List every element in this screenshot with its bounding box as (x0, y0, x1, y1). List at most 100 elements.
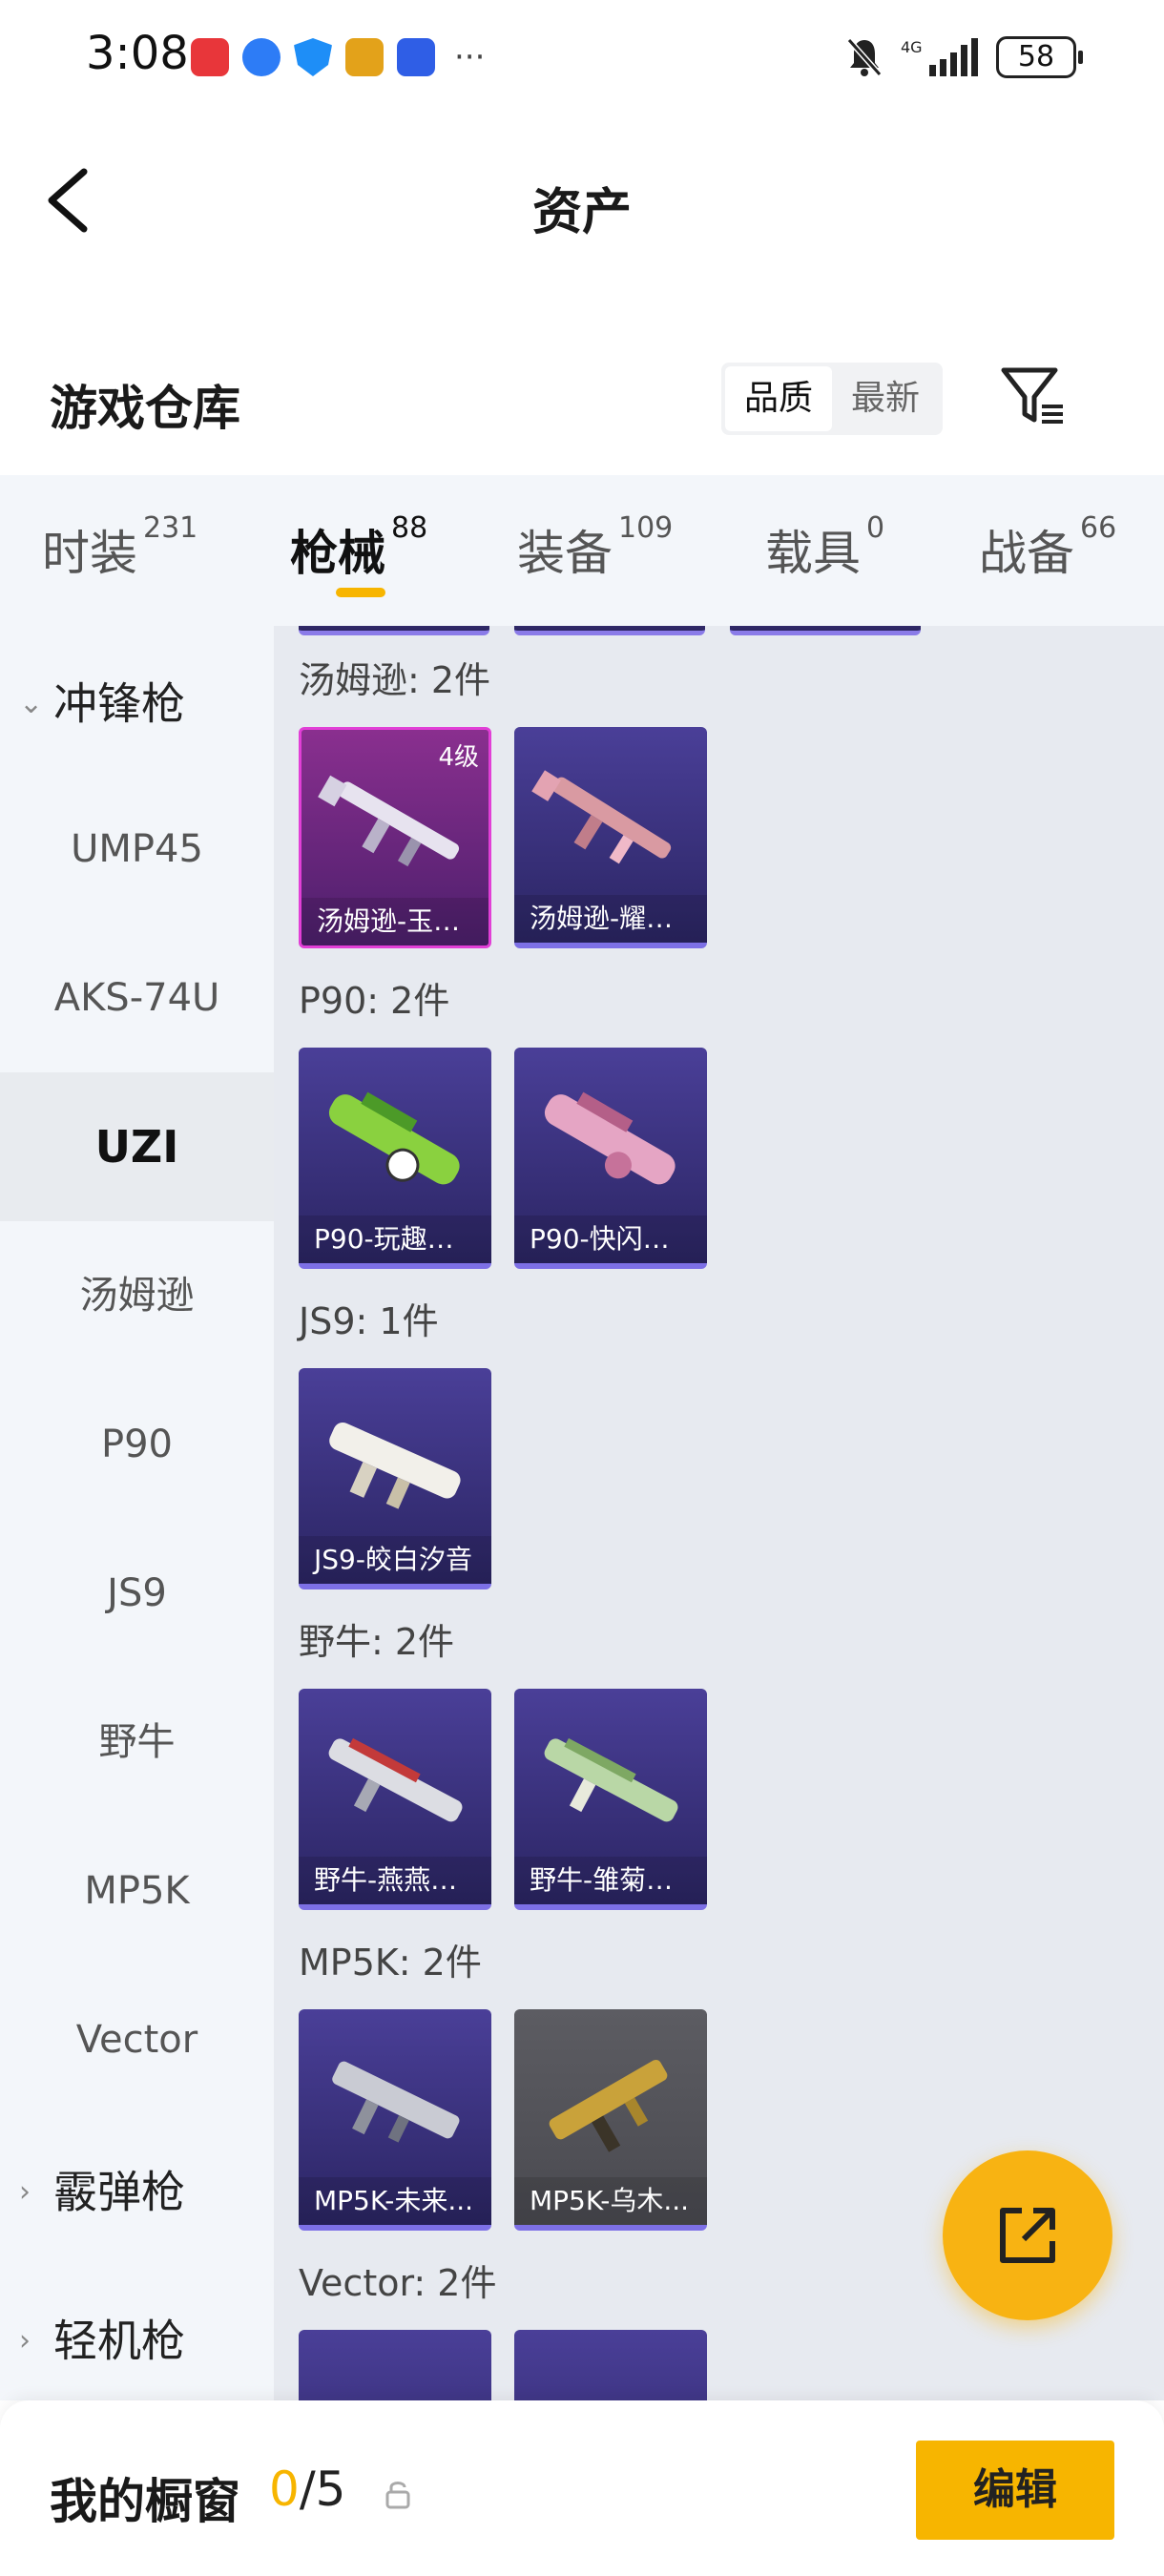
skin-grid: 汤姆逊: 2件 4级 汤姆逊-玉魄... 汤姆逊-耀粉... P90: 2件 P… (274, 626, 1164, 2400)
sort-quality-option[interactable]: 品质 (725, 366, 832, 431)
skin-card[interactable]: JS9-皎白汐音 (299, 1368, 491, 1589)
lock-icon (385, 2482, 410, 2509)
tab-count: 0 (866, 511, 885, 545)
sidebar-item-aks74u[interactable]: AKS-74U (0, 924, 274, 1072)
battery-indicator: 58 (996, 36, 1083, 78)
chevron-right-icon: › (19, 2174, 31, 2209)
gun-skin-image (318, 775, 460, 867)
tab-label: 时装 (42, 526, 137, 581)
sidebar-item-bizon[interactable]: 野牛 (0, 1668, 274, 1817)
sidebar-group-label: 轻机枪 (53, 2315, 185, 2367)
sidebar-group-shotgun[interactable]: › 霰弹枪 (0, 2114, 274, 2263)
showcase-label: 我的橱窗 (50, 2474, 240, 2529)
sort-toggle: 品质 最新 (721, 363, 943, 435)
showcase-count: 0/5 (269, 2462, 345, 2517)
sidebar-item-ump45[interactable]: UMP45 (0, 775, 274, 924)
tab-label: 装备 (517, 526, 613, 581)
showcase-total: /5 (299, 2462, 346, 2517)
chevron-right-icon: › (19, 2323, 31, 2358)
edit-button[interactable]: 编辑 (916, 2441, 1114, 2540)
sidebar-item-js9[interactable]: JS9 (0, 1519, 274, 1668)
tab-firearms[interactable]: 枪械 88 (290, 511, 427, 584)
external-link-icon (1000, 2208, 1055, 2263)
status-time: 3:08 (86, 27, 189, 80)
partial-card (730, 626, 921, 635)
sidebar-item-thompson[interactable]: 汤姆逊 (0, 1221, 274, 1370)
page-header: 资产 (0, 143, 1164, 258)
gun-skin-image (329, 1422, 461, 1509)
skin-name: JS9-皎白汐音 (299, 1536, 491, 1584)
skin-name: P90-快闪甜心 (514, 1215, 707, 1263)
chevron-down-icon: ⌄ (19, 686, 44, 720)
skin-level-badge: 4级 (438, 743, 479, 772)
skin-name: 野牛-燕燕于飞 (299, 1857, 491, 1904)
skin-name: 野牛-雏菊兔兔 (514, 1857, 707, 1904)
gun-skin-image (549, 2059, 668, 2152)
group-title-mp5k: MP5K: 2件 (299, 1942, 482, 1984)
skin-card[interactable]: P90-玩趣呆呆 (299, 1048, 491, 1269)
page-title: 资产 (531, 184, 632, 241)
tab-vehicles[interactable]: 载具 0 (765, 511, 884, 584)
network-type: 4G (901, 38, 923, 56)
gun-skin-image (328, 1737, 463, 1822)
huawei-app-icon (191, 38, 229, 76)
warehouse-row: 游戏仓库 品质 最新 (0, 353, 1164, 448)
skin-card[interactable]: 汤姆逊-耀粉... (514, 727, 707, 948)
group-title-thompson: 汤姆逊: 2件 (299, 659, 491, 701)
gun-skin-image (328, 1091, 460, 1185)
warehouse-title: 游戏仓库 (50, 381, 240, 436)
showcase-current: 0 (269, 2462, 300, 2517)
mute-bell-icon (846, 38, 883, 76)
tab-count: 109 (618, 511, 674, 545)
sidebar-item-vector[interactable]: Vector (0, 1965, 274, 2114)
bulb-app-icon (397, 38, 435, 76)
skin-card[interactable]: 野牛-雏菊兔兔 (514, 1689, 707, 1910)
sidebar-group-label: 霰弹枪 (53, 2166, 185, 2218)
skin-card-partial[interactable] (514, 2330, 707, 2400)
skin-card[interactable]: MP5K-乌木... (514, 2009, 707, 2231)
sidebar-group-lmg[interactable]: › 轻机枪 (0, 2263, 274, 2400)
sidebar-item-mp5k[interactable]: MP5K (0, 1817, 274, 1965)
tab-label: 战备 (979, 526, 1074, 581)
gun-skin-image (332, 2061, 460, 2143)
gun-skin-image (531, 770, 672, 864)
showcase-bar: 我的橱窗 0/5 编辑 (0, 2400, 1164, 2576)
tab-fashion[interactable]: 时装 231 (42, 511, 197, 584)
skin-name: P90-玩趣呆呆 (299, 1215, 491, 1263)
group-title-vector: Vector: 2件 (299, 2262, 497, 2304)
weapon-type-sidebar: ⌄ 冲锋枪 UMP45 AKS-74U UZI 汤姆逊 P90 JS9 野牛 MP… (0, 626, 274, 2400)
skin-card[interactable]: 野牛-燕燕于飞 (299, 1689, 491, 1910)
sidebar-item-p90[interactable]: P90 (0, 1370, 274, 1519)
status-right: 4G 58 (845, 36, 1083, 78)
tab-count: 66 (1080, 511, 1117, 545)
partial-card (299, 626, 489, 635)
tab-label: 枪械 (290, 526, 385, 581)
more-notifications-icon: ··· (454, 38, 486, 76)
signal-icon: 4G (901, 38, 978, 76)
sidebar-item-uzi[interactable]: UZI (0, 1072, 274, 1221)
category-tabs: 时装 231 枪械 88 装备 109 载具 0 战备 66 (0, 475, 1164, 626)
partial-card (514, 626, 705, 635)
skin-card[interactable]: P90-快闪甜心 (514, 1048, 707, 1269)
group-title-p90: P90: 2件 (299, 980, 450, 1022)
skin-name: MP5K-乌木... (514, 2177, 707, 2225)
status-bar: 3:08 ··· 4G 58 (0, 0, 1164, 114)
skin-card-partial[interactable] (299, 2330, 491, 2400)
sidebar-group-smg[interactable]: ⌄ 冲锋枪 (0, 626, 274, 775)
group-title-js9: JS9: 1件 (299, 1300, 439, 1342)
tab-count: 88 (391, 511, 428, 545)
group-title-bizon: 野牛: 2件 (299, 1621, 455, 1663)
sidebar-group-label: 冲锋枪 (53, 677, 185, 730)
skin-name: 汤姆逊-耀粉... (514, 895, 707, 943)
sort-latest-option[interactable]: 最新 (832, 366, 939, 431)
gun-skin-image (544, 1091, 676, 1185)
share-button[interactable] (943, 2150, 1112, 2320)
tab-equipment[interactable]: 装备 109 (517, 511, 673, 584)
game-app-icon (345, 38, 384, 76)
filter-icon[interactable] (996, 361, 1069, 433)
skin-card[interactable]: 4级 汤姆逊-玉魄... (299, 727, 491, 948)
tab-supplies[interactable]: 战备 66 (979, 511, 1116, 584)
shield-app-icon (294, 38, 332, 76)
skin-card[interactable]: MP5K-未来... (299, 2009, 491, 2231)
gun-skin-image (544, 1737, 678, 1822)
